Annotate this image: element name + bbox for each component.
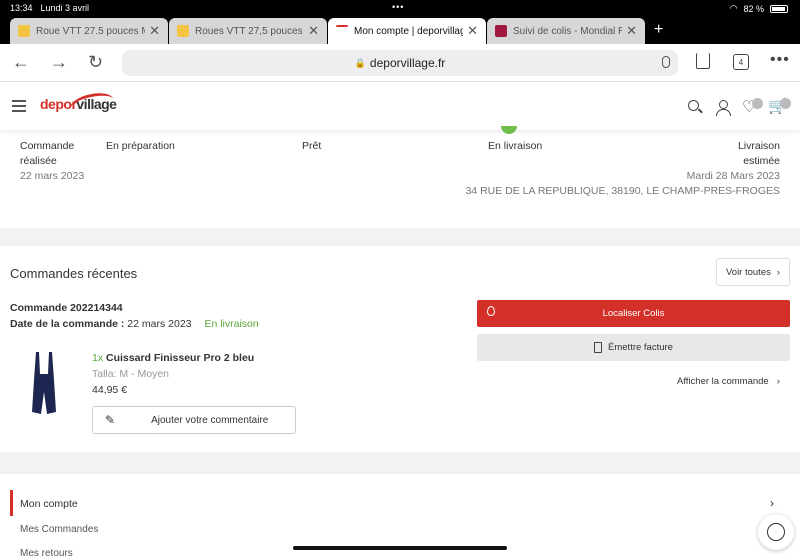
chevron-right-icon: › xyxy=(776,266,781,278)
section-divider xyxy=(0,228,800,246)
status-time: 13:34 xyxy=(10,3,33,13)
step-order-placed: Commande réalisée 22 mars 2023 xyxy=(20,140,85,182)
tab-title: Suivi de colis - Mondial R xyxy=(513,25,623,37)
wishlist-badge xyxy=(752,98,763,109)
locate-parcel-button[interactable]: Localiser Colis xyxy=(477,300,790,327)
url-text: deporvillage.fr xyxy=(369,56,446,70)
search-icon[interactable] xyxy=(688,100,699,111)
section-divider xyxy=(0,452,800,474)
step-preparation: En préparation xyxy=(106,140,175,152)
hamburger-menu-icon[interactable] xyxy=(12,100,26,112)
delivery-tracker: Commande réalisée 22 mars 2023 En prépar… xyxy=(0,126,800,228)
delivery-address: 34 RUE DE LA REPUBLIQUE, 38190, LE CHAMP… xyxy=(465,185,780,197)
tab-overview-button[interactable]: 4 xyxy=(733,54,749,70)
user-account-icon[interactable] xyxy=(716,100,731,116)
tab-title: Mon compte | deporvillag xyxy=(354,25,464,37)
recent-orders-section: Commandes récentes Voir toutes › Command… xyxy=(0,246,800,452)
microphone-icon[interactable] xyxy=(662,56,670,68)
active-indicator xyxy=(10,490,13,516)
new-tab-icon[interactable]: + xyxy=(654,21,663,39)
order-date-line: Date de la commande : 22 mars 2023 En li… xyxy=(10,318,259,330)
tab-title: Roue VTT 27.5 pouces M xyxy=(36,25,146,37)
show-order-link[interactable]: Afficher la commande › xyxy=(677,376,780,387)
add-comment-button[interactable]: ✎ Ajouter votre commentaire xyxy=(92,406,296,434)
browser-tab[interactable]: Suivi de colis - Mondial R ✕ xyxy=(487,18,645,44)
order-date: 22 mars 2023 xyxy=(127,318,192,330)
tab-favicon-icon xyxy=(177,25,189,37)
tab-close-icon[interactable]: ✕ xyxy=(308,23,319,39)
order-status: En livraison xyxy=(204,318,259,330)
menu-item-my-orders[interactable]: Mes Commandes xyxy=(20,524,98,535)
menu-item-my-account[interactable]: Mon compte xyxy=(20,498,78,510)
tab-close-icon[interactable]: ✕ xyxy=(149,23,160,39)
reload-icon[interactable]: ↻ xyxy=(88,52,103,73)
battery-icon xyxy=(770,4,788,13)
chevron-right-icon: › xyxy=(776,376,780,387)
product-price: 44,95 € xyxy=(92,384,128,396)
share-icon[interactable] xyxy=(696,53,710,69)
pencil-icon: ✎ xyxy=(105,413,116,427)
issue-invoice-button[interactable]: Émettre facture xyxy=(477,334,790,361)
lock-icon: 🔒 xyxy=(354,57,366,68)
tab-close-icon[interactable]: ✕ xyxy=(467,23,478,39)
forward-arrow-icon[interactable]: → xyxy=(50,52,68,73)
wifi-icon: ◠ xyxy=(729,3,738,13)
order-number: Commande 202214344 xyxy=(10,302,123,314)
battery-percent: 82 % xyxy=(743,3,764,14)
chat-bubble-icon[interactable] xyxy=(758,514,794,550)
logo-swoosh-icon xyxy=(68,89,116,119)
site-header: deporvillage ♡ 🛒 xyxy=(0,82,800,130)
tab-close-icon[interactable]: ✕ xyxy=(626,23,637,39)
browser-tab[interactable]: Roues VTT 27,5 pouces c ✕ xyxy=(169,18,327,44)
product-image[interactable] xyxy=(30,352,58,416)
status-bar: 13:34 Lundi 3 avril ••• ◠ 82 % xyxy=(0,0,800,16)
back-arrow-icon[interactable]: ← xyxy=(12,52,30,73)
browser-tab[interactable]: Roue VTT 27.5 pouces M ✕ xyxy=(10,18,168,44)
more-options-icon[interactable]: ••• xyxy=(770,51,790,69)
tab-favicon-icon xyxy=(495,25,507,37)
menu-item-my-returns[interactable]: Mes retours xyxy=(20,548,73,559)
home-indicator xyxy=(293,546,507,550)
chevron-right-icon[interactable]: › xyxy=(770,496,774,510)
tab-title: Roues VTT 27,5 pouces c xyxy=(195,25,305,37)
location-pin-icon xyxy=(487,306,495,316)
document-icon xyxy=(594,342,603,353)
browser-toolbar: ← → ↻ 🔒 deporvillage.fr 4 ••• xyxy=(0,44,800,82)
see-all-button[interactable]: Voir toutes › xyxy=(716,258,790,286)
step-ready: Prêt xyxy=(302,140,322,152)
section-title: Commandes récentes xyxy=(10,266,138,281)
browser-tab-bar: Roue VTT 27.5 pouces M ✕ Roues VTT 27,5 … xyxy=(0,16,800,44)
tab-favicon-icon xyxy=(336,25,348,37)
multitask-dots-icon[interactable]: ••• xyxy=(392,2,404,12)
tab-favicon-icon xyxy=(18,25,30,37)
cart-badge xyxy=(780,98,791,109)
product-title[interactable]: 1x Cuissard Finisseur Pro 2 bleu xyxy=(92,352,254,364)
address-bar[interactable]: 🔒 deporvillage.fr xyxy=(122,50,678,76)
browser-tab-active[interactable]: Mon compte | deporvillag ✕ xyxy=(328,18,486,44)
status-date: Lundi 3 avril xyxy=(40,3,90,13)
product-size: Talla: M - Moyen xyxy=(92,368,170,380)
progress-dot xyxy=(501,126,517,134)
step-estimated-delivery: Livraison estimée Mardi 28 Mars 2023 34 … xyxy=(465,140,780,197)
account-menu: Mon compte › Mes Commandes Mes retours xyxy=(0,474,800,559)
